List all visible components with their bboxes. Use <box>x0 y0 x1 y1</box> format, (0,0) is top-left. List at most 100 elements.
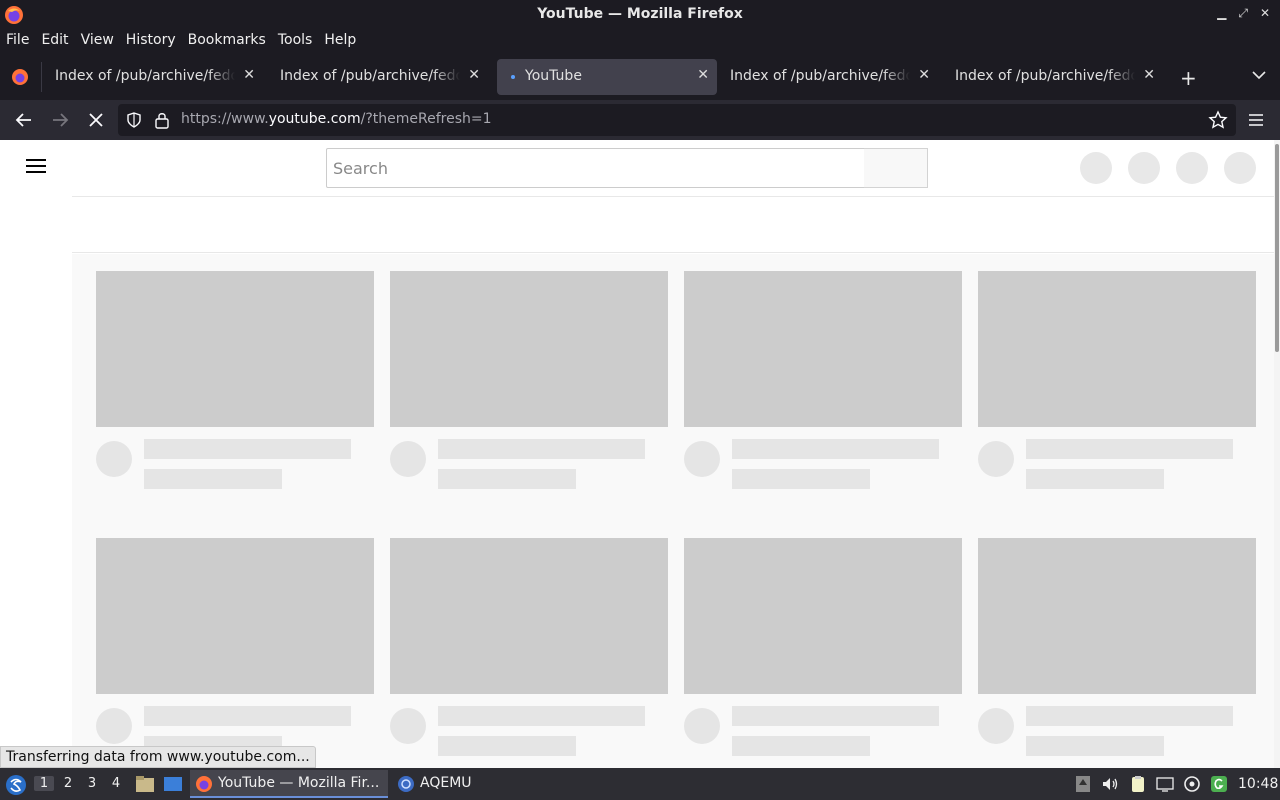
webpage-content <box>0 140 1280 768</box>
taskbar: 1 2 3 4 YouTube — Mozilla Fir... AQEMU 1… <box>0 768 1280 800</box>
close-tab-icon[interactable]: ✕ <box>468 67 480 83</box>
tab-label: YouTube <box>525 68 582 84</box>
back-icon[interactable] <box>13 109 35 131</box>
close-tab-icon[interactable]: ✕ <box>1143 67 1155 83</box>
loading-indicator-icon <box>511 75 515 79</box>
video-card-skeleton[interactable] <box>978 538 1256 756</box>
tab-fedora-1[interactable]: Index of /pub/archive/fedora/linux/relea… <box>43 59 263 95</box>
close-tab-icon[interactable]: ✕ <box>243 67 255 83</box>
page-scrollbar[interactable] <box>1274 140 1280 768</box>
list-all-tabs-icon[interactable] <box>1252 68 1266 82</box>
close-tab-icon[interactable]: ✕ <box>918 67 930 83</box>
search-field[interactable] <box>326 148 865 188</box>
tracking-protection-icon[interactable] <box>126 112 142 128</box>
close-tab-icon[interactable]: ✕ <box>697 67 709 83</box>
title-placeholder <box>1026 439 1233 459</box>
tray-updates-icon[interactable] <box>1074 775 1092 793</box>
guide-menu-icon[interactable] <box>26 159 46 175</box>
menu-bookmarks[interactable]: Bookmarks <box>182 30 272 52</box>
menu-view[interactable]: View <box>75 30 120 52</box>
workspace-2[interactable]: 2 <box>58 776 78 791</box>
task-firefox[interactable]: YouTube — Mozilla Fir... <box>190 770 388 798</box>
url-text[interactable]: https://www.youtube.com/?themeRefresh=1 <box>181 111 492 127</box>
status-text: Transferring data from www.youtube.com..… <box>0 746 316 768</box>
lock-icon[interactable] <box>154 111 170 129</box>
minimize-icon[interactable]: ▁ <box>1217 6 1226 21</box>
firefox-view-icon[interactable] <box>10 67 30 87</box>
task-label: AQEMU <box>420 775 472 791</box>
video-card-skeleton[interactable] <box>684 271 962 489</box>
video-card-skeleton[interactable] <box>96 271 374 489</box>
maximize-icon[interactable]: ⤢ <box>1238 6 1248 21</box>
header-button-placeholder[interactable] <box>1128 152 1160 184</box>
forward-icon[interactable] <box>49 109 71 131</box>
title-placeholder <box>732 706 939 726</box>
meta-placeholder <box>144 469 282 489</box>
network-icon[interactable] <box>1156 775 1174 793</box>
meta-placeholder <box>438 736 576 756</box>
meta-placeholder <box>1026 469 1164 489</box>
video-card-skeleton[interactable] <box>684 538 962 756</box>
video-card-skeleton[interactable] <box>96 538 374 756</box>
bookmark-star-icon[interactable] <box>1208 110 1228 130</box>
search-input[interactable] <box>327 149 864 187</box>
thumbnail-placeholder <box>96 538 374 694</box>
start-menu-icon[interactable] <box>5 774 27 796</box>
app-menu-icon[interactable] <box>1246 110 1266 130</box>
close-icon[interactable]: ✕ <box>1260 6 1270 21</box>
tab-fedora-3[interactable]: Index of /pub/archive/fedora/linux/relea… <box>718 59 938 95</box>
workspace-4[interactable]: 4 <box>106 776 126 791</box>
green-app-icon[interactable] <box>1210 775 1228 793</box>
video-card-skeleton[interactable] <box>390 538 668 756</box>
chip-bar <box>72 196 1280 253</box>
thumbnail-placeholder <box>684 538 962 694</box>
video-card-skeleton[interactable] <box>390 271 668 489</box>
task-aqemu[interactable]: AQEMU <box>392 770 492 798</box>
channel-avatar-placeholder <box>390 708 426 744</box>
window-titlebar: YouTube — Mozilla Firefox ▁ ⤢ ✕ <box>0 0 1280 30</box>
menu-file[interactable]: File <box>0 30 35 52</box>
header-button-placeholder[interactable] <box>1176 152 1208 184</box>
file-manager-icon[interactable] <box>135 775 155 793</box>
thumbnail-placeholder <box>96 271 374 427</box>
channel-avatar-placeholder <box>684 708 720 744</box>
channel-avatar-placeholder <box>96 441 132 477</box>
header-button-placeholder[interactable] <box>1080 152 1112 184</box>
menu-help[interactable]: Help <box>318 30 362 52</box>
firefox-icon <box>196 776 212 792</box>
tab-bar: Index of /pub/archive/fedora/linux/relea… <box>0 54 1280 100</box>
channel-avatar-placeholder <box>96 708 132 744</box>
volume-icon[interactable] <box>1101 775 1119 793</box>
clock[interactable]: 10:48 <box>1238 776 1278 792</box>
title-placeholder <box>144 439 351 459</box>
url-prefix: https://www. <box>181 111 269 127</box>
menu-edit[interactable]: Edit <box>35 30 74 52</box>
tab-youtube[interactable]: YouTube ✕ <box>497 59 717 95</box>
new-tab-icon[interactable]: + <box>1180 66 1197 90</box>
channel-avatar-placeholder <box>684 441 720 477</box>
workspace-1[interactable]: 1 <box>34 776 54 791</box>
tab-fedora-2[interactable]: Index of /pub/archive/fedora/linux/relea… <box>268 59 488 95</box>
menu-bar: File Edit View History Bookmarks Tools H… <box>0 30 1280 52</box>
avatar-placeholder[interactable] <box>1224 152 1256 184</box>
show-desktop-icon[interactable] <box>163 775 183 793</box>
title-placeholder <box>438 706 645 726</box>
url-bar[interactable]: https://www.youtube.com/?themeRefresh=1 <box>118 104 1236 136</box>
stop-loading-icon[interactable] <box>85 109 107 131</box>
scrollbar-thumb[interactable] <box>1275 144 1279 352</box>
menu-tools[interactable]: Tools <box>272 30 319 52</box>
tab-fedora-4[interactable]: Index of /pub/archive/fedora/linux/relea… <box>943 59 1163 95</box>
video-card-skeleton[interactable] <box>978 271 1256 489</box>
meta-placeholder <box>732 469 870 489</box>
clipboard-icon[interactable] <box>1129 775 1147 793</box>
workspace-3[interactable]: 3 <box>82 776 102 791</box>
task-label: YouTube — Mozilla Fir... <box>218 775 380 791</box>
channel-avatar-placeholder <box>978 708 1014 744</box>
thumbnail-placeholder <box>390 538 668 694</box>
menu-history[interactable]: History <box>120 30 182 52</box>
status-icon[interactable] <box>1183 775 1201 793</box>
channel-avatar-placeholder <box>390 441 426 477</box>
tab-label: Index of /pub/archive/fedora/linux/relea… <box>280 68 460 84</box>
search-button[interactable] <box>864 148 928 188</box>
video-feed <box>72 254 1280 768</box>
